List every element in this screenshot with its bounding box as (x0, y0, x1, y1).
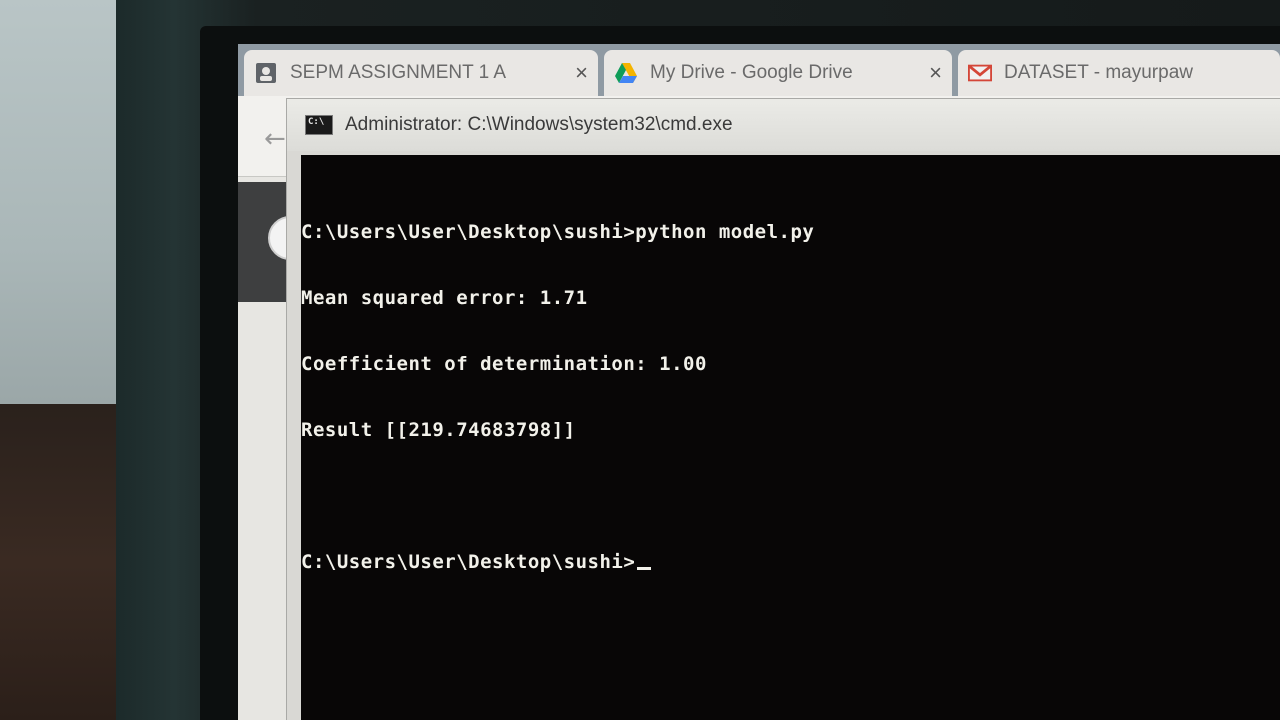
background-desk (0, 404, 118, 720)
browser-tabstrip: SEPM ASSIGNMENT 1 A × My Drive - Google … (238, 44, 1280, 96)
tab-dataset-gmail[interactable]: DATASET - mayurpaw (958, 50, 1280, 96)
user-icon (254, 61, 278, 85)
console-line: Coefficient of determination: 1.00 (301, 353, 707, 375)
background-wall (0, 0, 118, 412)
console-line: C:\Users\User\Desktop\sushi>python model… (301, 221, 815, 243)
tab-sepm-assignment[interactable]: SEPM ASSIGNMENT 1 A × (244, 50, 598, 96)
google-drive-icon (614, 61, 638, 85)
console-prompt: C:\Users\User\Desktop\sushi> (301, 551, 636, 573)
window-title: Administrator: C:\Windows\system32\cmd.e… (345, 114, 733, 135)
console-output: C:\Users\User\Desktop\sushi>python model… (301, 177, 814, 617)
cmd-window[interactable]: Administrator: C:\Windows\system32\cmd.e… (286, 98, 1280, 720)
screen: SEPM ASSIGNMENT 1 A × My Drive - Google … (238, 44, 1280, 720)
console-line: Result [[219.74683798]] (301, 419, 576, 441)
tab-label: My Drive - Google Drive (650, 62, 853, 83)
close-icon[interactable]: × (929, 60, 942, 86)
back-arrow-icon[interactable]: ← (264, 124, 286, 154)
tab-label: SEPM ASSIGNMENT 1 A (290, 62, 507, 83)
console-area[interactable]: C:\Users\User\Desktop\sushi>python model… (301, 155, 1280, 720)
console-line: Mean squared error: 1.71 (301, 287, 588, 309)
cmd-icon (305, 115, 333, 135)
text-cursor (637, 567, 652, 570)
gmail-icon (968, 61, 992, 85)
tab-google-drive[interactable]: My Drive - Google Drive × (604, 50, 952, 96)
cmd-titlebar[interactable]: Administrator: C:\Windows\system32\cmd.e… (287, 99, 1280, 151)
tab-label: DATASET - mayurpaw (1004, 62, 1193, 83)
console-prompt-line[interactable]: C:\Users\User\Desktop\sushi> (301, 551, 814, 573)
close-icon[interactable]: × (575, 60, 588, 86)
